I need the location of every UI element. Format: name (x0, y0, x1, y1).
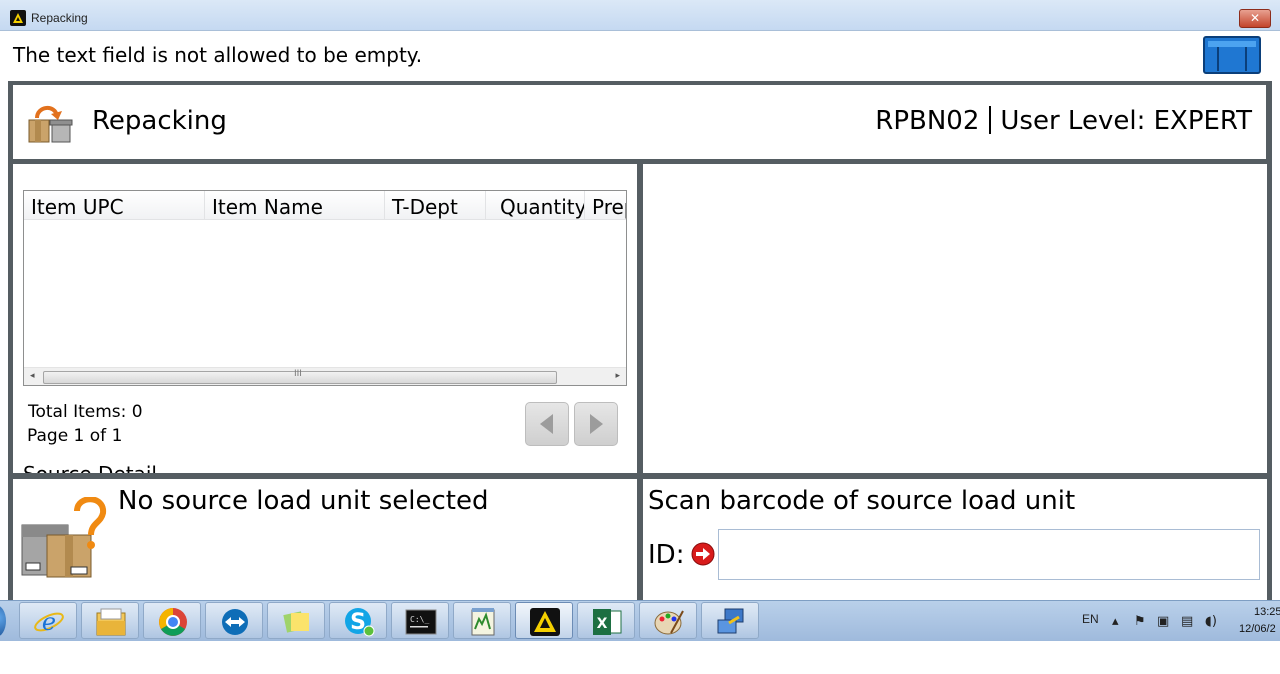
volume-icon[interactable]: ◖) (1205, 614, 1217, 629)
language-indicator[interactable]: EN (1082, 612, 1099, 626)
taskbar: e S C:\_ X EN ▴ ⚑ ▣ ▤ ◖) 13:25 12/06/2 (0, 600, 1280, 641)
taskbar-file-explorer[interactable] (81, 602, 139, 639)
scrollbar-thumb[interactable]: III (43, 369, 557, 384)
error-message: The text field is not allowed to be empt… (13, 43, 423, 67)
app-logo-icon (10, 10, 26, 26)
show-hidden-icons-icon[interactable]: ▴ (1112, 614, 1119, 629)
keyboard-toggle-icon[interactable] (1203, 36, 1261, 74)
column-header-prep[interactable]: Prep (585, 191, 626, 219)
table-header: Item UPC Item Name T-Dept Quantity Prep (24, 191, 626, 220)
svg-text:X: X (597, 616, 608, 632)
horizontal-scrollbar[interactable]: ◂ III ▸ (24, 367, 626, 385)
column-header-quantity[interactable]: Quantity (486, 191, 585, 219)
scan-panel: Scan barcode of source load unit ID: (643, 479, 1267, 600)
title-bar[interactable]: Repacking ✕ (0, 0, 1280, 31)
taskbar-command-prompt[interactable]: C:\_ (391, 602, 449, 639)
header-info: RPBN02 User Level: EXPERT (875, 106, 1252, 136)
internet-explorer-icon: e (34, 608, 64, 636)
taskbar-remote-desktop[interactable] (701, 602, 759, 639)
scan-prompt: Scan barcode of source load unit (648, 486, 1076, 516)
scroll-right-icon[interactable]: ▸ (615, 371, 620, 381)
user-level: User Level: EXPERT (1000, 106, 1252, 136)
arrow-right-icon (590, 414, 603, 434)
header-divider (989, 106, 992, 134)
arrow-left-icon (540, 414, 553, 434)
page-title: Repacking (92, 106, 227, 136)
notepad-icon (471, 608, 495, 636)
app-window: Repacking ✕ The text field is not allowe… (0, 0, 1280, 600)
remote-desktop-icon (717, 608, 744, 634)
command-prompt-icon: C:\_ (405, 609, 437, 635)
total-items: Total Items: 0 (28, 402, 143, 422)
source-status-text: No source load unit selected (118, 486, 489, 516)
action-center-flag-icon[interactable]: ⚑ (1134, 614, 1146, 629)
column-header-item-name[interactable]: Item Name (205, 191, 385, 219)
clock-time[interactable]: 13:25 (1254, 606, 1280, 618)
section-label-clipped: Source Detail (23, 462, 157, 473)
file-explorer-icon (96, 608, 126, 636)
clock-date[interactable]: 12/06/2 (1239, 623, 1276, 635)
taskbar-teamviewer[interactable] (205, 602, 263, 639)
items-table[interactable]: Item UPC Item Name T-Dept Quantity Prep … (23, 190, 627, 386)
skype-icon: S (345, 608, 375, 637)
source-status-panel: No source load unit selected (13, 479, 637, 600)
repacking-app-icon (530, 608, 560, 636)
grip-icon: III (294, 369, 302, 379)
item-list-panel: Item UPC Item Name T-Dept Quantity Prep … (13, 164, 637, 473)
paint-icon (654, 610, 684, 635)
taskbar-sticky-notes[interactable] (267, 602, 325, 639)
detail-panel (643, 164, 1267, 473)
network-icon[interactable]: ▤ (1181, 614, 1193, 629)
taskbar-skype[interactable]: S (329, 602, 387, 639)
load-unit-unknown-icon (21, 497, 106, 578)
svg-text:C:\_: C:\_ (410, 615, 429, 624)
start-button[interactable] (0, 605, 6, 637)
column-header-item-upc[interactable]: Item UPC (24, 191, 205, 219)
station-id: RPBN02 (875, 106, 980, 136)
arrow-right-circle-icon (691, 542, 715, 566)
power-icon[interactable]: ▣ (1157, 614, 1169, 629)
taskbar-repacking-app[interactable] (515, 602, 573, 639)
chrome-icon (159, 608, 187, 636)
id-label: ID: (648, 540, 685, 570)
message-bar: The text field is not allowed to be empt… (0, 31, 1280, 81)
taskbar-internet-explorer[interactable]: e (19, 602, 77, 639)
teamviewer-icon (222, 609, 248, 635)
svg-text:e: e (42, 608, 56, 636)
taskbar-chrome[interactable] (143, 602, 201, 639)
next-page-button[interactable] (574, 402, 618, 446)
close-button[interactable]: ✕ (1239, 9, 1271, 28)
window-title: Repacking (31, 11, 88, 25)
barcode-id-input[interactable] (718, 529, 1260, 580)
excel-icon: X (593, 609, 622, 635)
page-indicator: Page 1 of 1 (27, 426, 123, 446)
column-header-t-dept[interactable]: T-Dept (385, 191, 486, 219)
scroll-left-icon[interactable]: ◂ (30, 371, 35, 381)
taskbar-notepad[interactable] (453, 602, 511, 639)
sticky-notes-icon (283, 611, 309, 633)
taskbar-paint[interactable] (639, 602, 697, 639)
previous-page-button[interactable] (525, 402, 569, 446)
repack-icon (28, 106, 73, 143)
taskbar-excel[interactable]: X (577, 602, 635, 639)
